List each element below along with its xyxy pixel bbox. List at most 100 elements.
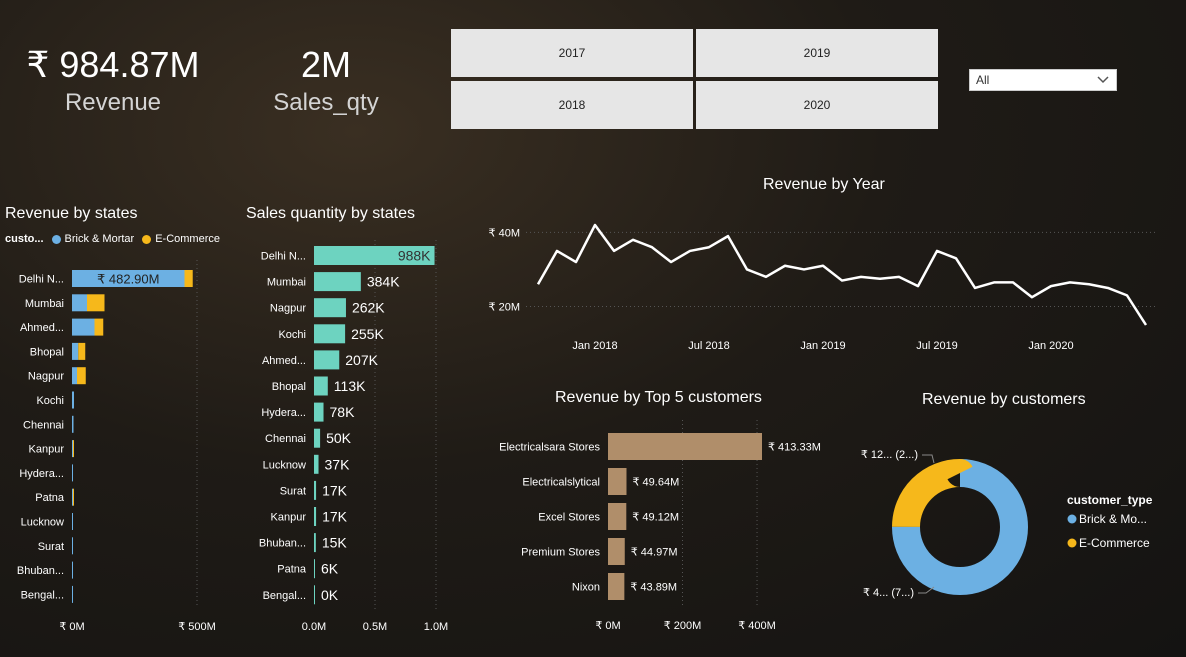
- year-slicer-2017[interactable]: 2017: [451, 29, 693, 77]
- bar-brick: [72, 440, 73, 458]
- category-label: Delhi N...: [261, 251, 306, 263]
- category-label: Kanpur: [271, 512, 307, 524]
- category-label: Nagpur: [270, 303, 306, 315]
- bar: [608, 503, 627, 530]
- category-label: Ahmed...: [20, 322, 64, 334]
- category-label: Bengal...: [21, 589, 64, 601]
- revenue-by-states-title: Revenue by states: [5, 205, 138, 222]
- category-label: Mumbai: [25, 298, 64, 310]
- year-slicer-2018[interactable]: 2018: [451, 81, 693, 129]
- category-label: Bhopal: [272, 381, 306, 393]
- legend-ecommerce-label: E-Commerce: [155, 233, 220, 245]
- x-tick-label: Jan 2019: [800, 340, 845, 352]
- category-label: Bhopal: [30, 346, 64, 358]
- category-label: Electricalsara Stores: [499, 442, 600, 454]
- data-label: ₹ 482.90M: [97, 272, 159, 287]
- category-label: Delhi N...: [19, 274, 64, 286]
- dropdown-value: All: [976, 73, 990, 87]
- revenue-by-states-chart: Delhi N... ₹ 482.90M Mumbai Ahmed... Bhopal N…: [17, 260, 216, 633]
- category-label: Ahmed...: [262, 355, 306, 367]
- data-label: ₹ 413.33M: [768, 442, 821, 454]
- year-slicer-2020[interactable]: 2020: [696, 81, 938, 129]
- category-label: Patna: [35, 492, 65, 504]
- bar-ecommerce: [73, 440, 74, 458]
- data-label: ₹ 49.12M: [632, 512, 679, 524]
- x-tick-label: ₹ 400M: [738, 620, 776, 632]
- legend-brick-label: Brick & Mo...: [1079, 512, 1147, 526]
- revenue-by-year-title: Revenue by Year: [763, 176, 885, 193]
- data-label: 207K: [345, 352, 378, 368]
- bar: [314, 559, 315, 579]
- revenue-by-customers-chart: ₹ 12... (2...) ₹ 4... (7...) customer_type…: [861, 449, 1153, 599]
- category-label: Bhuban...: [259, 538, 306, 550]
- slice-label-ecommerce: ₹ 12... (2...): [861, 449, 918, 461]
- bar-brick: [72, 415, 74, 433]
- bar: [314, 350, 340, 370]
- bar: [314, 376, 328, 396]
- bar: [314, 533, 316, 553]
- bar: [314, 507, 317, 526]
- legend-dot-brick: [51, 234, 61, 244]
- revenue-line: [536, 223, 1148, 326]
- leader-line: [922, 454, 935, 464]
- data-label: ₹ 43.89M: [630, 582, 677, 594]
- bar: [608, 433, 762, 460]
- bar-brick: [72, 318, 95, 336]
- data-label: 262K: [352, 300, 385, 316]
- data-label: 78K: [330, 404, 356, 420]
- legend-title: customer_type: [1067, 493, 1153, 507]
- bar-brick: [72, 537, 73, 555]
- legend-brick-label: Brick & Mortar: [64, 233, 135, 245]
- revenue-by-year-chart: ₹ 40M ₹ 20M Jan 2018 Jul 2018 Jan 2019 Jul 20…: [489, 223, 1158, 352]
- data-label: 50K: [326, 430, 352, 446]
- bar: [608, 538, 625, 565]
- category-label: Kanpur: [29, 444, 65, 456]
- bar: [608, 573, 625, 600]
- x-tick-label: ₹ 500M: [178, 621, 216, 633]
- slice-label-brick: ₹ 4... (7...): [863, 587, 914, 599]
- sales-qty-kpi-label: Sales_qty: [273, 89, 379, 116]
- bar-brick: [72, 561, 73, 579]
- bar: [608, 468, 627, 495]
- bar-brick: [72, 294, 87, 312]
- category-label: Nagpur: [28, 371, 64, 383]
- data-label: 113K: [334, 378, 366, 394]
- revenue-by-states-legend: custo... Brick & Mortar E-Commerce: [5, 233, 220, 245]
- data-label: 37K: [325, 456, 351, 472]
- bar-brick: [72, 585, 73, 603]
- data-label: 384K: [367, 274, 400, 290]
- bar: [314, 585, 315, 605]
- category-label: Premium Stores: [521, 547, 600, 559]
- bar: [314, 454, 319, 474]
- data-label: 15K: [322, 535, 348, 551]
- category-label: Electricalslytical: [522, 477, 600, 489]
- data-label: 0K: [321, 587, 339, 603]
- top5-customers-chart: Electricalsara Stores ₹ 413.33M Electrical…: [499, 420, 821, 632]
- x-tick-label: Jan 2018: [572, 340, 617, 352]
- top5-customers-title: Revenue by Top 5 customers: [555, 389, 762, 406]
- x-tick-label: Jul 2018: [688, 340, 730, 352]
- x-tick-label: 0.0M: [302, 621, 326, 633]
- year-slicer-2019[interactable]: 2019: [696, 29, 938, 77]
- revenue-by-customers-title: Revenue by customers: [922, 391, 1086, 408]
- revenue-kpi-value: ₹ 984.87M: [26, 44, 200, 85]
- sales-qty-kpi-value: 2M: [300, 44, 351, 85]
- x-tick-label: 0.5M: [363, 621, 387, 633]
- sales-qty-by-states-title: Sales quantity by states: [246, 205, 415, 222]
- bar-brick: [72, 488, 73, 506]
- legend-title: custo...: [5, 233, 44, 245]
- bar: [314, 428, 321, 448]
- bar-ecommerce: [78, 342, 86, 360]
- bar-brick: [72, 464, 73, 482]
- bar: [314, 402, 324, 422]
- category-label: Kochi: [36, 395, 64, 407]
- bar-ecommerce: [87, 294, 105, 312]
- bar-ecommerce: [184, 270, 193, 287]
- data-label: ₹ 49.64M: [632, 477, 679, 489]
- bar: [314, 298, 346, 318]
- filter-dropdown[interactable]: All: [969, 69, 1117, 91]
- legend-dot-brick: [1067, 514, 1077, 524]
- data-label: ₹ 44.97M: [631, 547, 678, 559]
- legend-dot-ecommerce: [142, 234, 152, 244]
- category-label: Bhuban...: [17, 565, 64, 577]
